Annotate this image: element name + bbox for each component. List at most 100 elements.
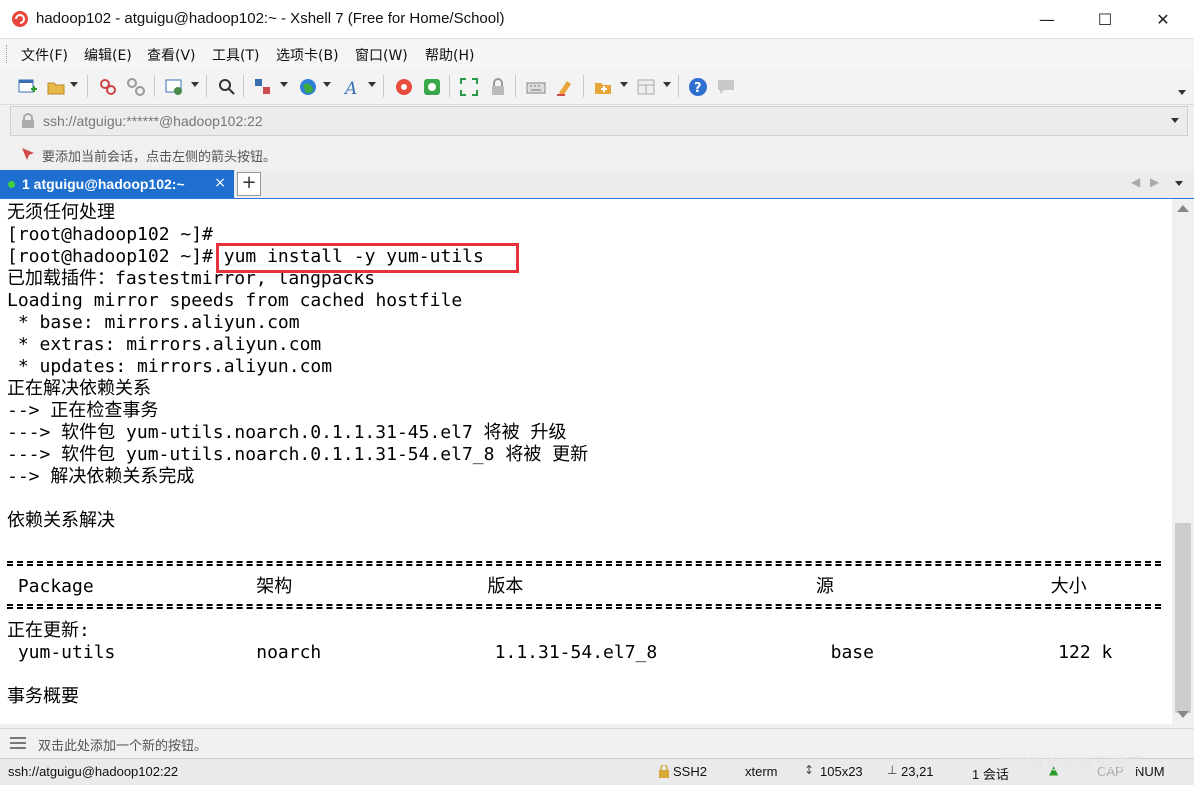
minimize-button[interactable]: —	[1018, 0, 1076, 38]
menu-window[interactable]: 窗口(W)	[355, 45, 408, 65]
tab-session-1[interactable]: 1 atguigu@hadoop102:~ ×	[0, 170, 234, 198]
status-protocol: SSH2	[673, 764, 707, 779]
chat-icon[interactable]	[716, 77, 736, 97]
terminal-line: * base: mirrors.aliyun.com	[7, 312, 300, 333]
connect-icon[interactable]	[98, 77, 118, 97]
tab-scroll-right-icon[interactable]: ▶	[1150, 175, 1159, 189]
terminal-line: * extras: mirrors.aliyun.com	[7, 334, 322, 355]
status-connection: ssh://atguigu@hadoop102:22	[8, 764, 179, 779]
watermark: CSDN @最後 耻缘苦	[1000, 754, 1143, 772]
scroll-down-icon[interactable]	[1177, 711, 1189, 718]
layout-dropdown-icon[interactable]	[663, 82, 671, 87]
transfer-dropdown-icon[interactable]	[280, 82, 288, 87]
keyboard-icon[interactable]	[526, 77, 546, 97]
address-input[interactable]: ssh://atguigu:******@hadoop102:22	[43, 113, 263, 129]
maximize-button[interactable]: ☐	[1076, 0, 1134, 38]
globe-icon[interactable]	[298, 77, 318, 97]
tab-scroll-left-icon[interactable]: ◀	[1131, 175, 1140, 189]
disconnect-icon[interactable]	[126, 77, 146, 97]
menu-lines-icon[interactable]	[9, 736, 27, 750]
toolbar-separator	[583, 75, 584, 97]
toolbar-separator	[383, 75, 384, 97]
terminal-scrollbar[interactable]	[1172, 199, 1194, 724]
highlight-icon[interactable]	[555, 77, 575, 97]
lock-icon	[22, 113, 34, 128]
quick-command-hint: 双击此处添加一个新的按钮。	[38, 739, 208, 754]
svg-text:?: ?	[694, 81, 702, 96]
close-button[interactable]: ✕	[1134, 0, 1192, 38]
window-title: hadoop102 - atguigu@hadoop102:~ - Xshell…	[36, 10, 505, 27]
toolbar-separator	[515, 75, 516, 97]
menu-bar: 文件(F) 编辑(E) 查看(V) 工具(T) 选项卡(B) 窗口(W) 帮助(…	[0, 38, 1194, 69]
toolbar-separator	[154, 75, 155, 97]
font-dropdown-icon[interactable]	[368, 82, 376, 87]
tab-bar: 1 atguigu@hadoop102:~ × + ◀ ▶	[0, 170, 1194, 200]
connected-status-icon	[8, 181, 15, 188]
resize-icon: ↕	[804, 763, 815, 777]
xagent-icon[interactable]	[422, 77, 442, 97]
address-bar[interactable]: ssh://atguigu:******@hadoop102:22	[10, 106, 1188, 136]
open-dropdown-icon[interactable]	[70, 82, 78, 87]
table-separator-rule	[7, 561, 1161, 566]
toolbar: A ?	[0, 68, 1194, 105]
session-hint-text: 要添加当前会话，点击左侧的箭头按钮。	[42, 150, 277, 165]
layout-icon[interactable]	[636, 77, 656, 97]
terminal-line: 无须任何处理	[7, 202, 115, 223]
terminal-output[interactable]: 无须任何处理 [root@hadoop102 ~]# [root@hadoop1…	[0, 199, 1172, 724]
menu-file[interactable]: 文件(F)	[21, 45, 68, 65]
lock-icon[interactable]	[488, 77, 508, 97]
terminal-line: --> 正在检查事务	[7, 400, 159, 421]
svg-text:A: A	[343, 79, 357, 97]
toolbar-separator	[449, 75, 450, 97]
new-tab-button[interactable]: +	[237, 172, 261, 196]
terminal-line: 依赖关系解决	[7, 510, 115, 531]
toolbar-separator	[678, 75, 679, 97]
session-folder-dropdown-icon[interactable]	[620, 82, 628, 87]
session-folder-icon[interactable]	[593, 77, 613, 97]
menu-view[interactable]: 查看(V)	[147, 45, 196, 65]
session-hint-bar: 要添加当前会话，点击左侧的箭头按钮。	[0, 140, 1194, 168]
terminal-line: [root@hadoop102 ~]#	[7, 224, 213, 245]
table-separator-rule	[7, 604, 1161, 609]
menu-grip	[6, 45, 10, 63]
globe-dropdown-icon[interactable]	[323, 82, 331, 87]
add-session-arrow-icon[interactable]	[20, 146, 36, 162]
cursor-position-icon: ⊥	[887, 763, 898, 777]
terminal-line: --> 解决依赖关系完成	[7, 466, 195, 487]
xftp-icon[interactable]	[394, 77, 414, 97]
menu-tabs[interactable]: 选项卡(B)	[276, 45, 339, 65]
toolbar-separator	[243, 75, 244, 97]
menu-edit[interactable]: 编辑(E)	[84, 45, 132, 65]
terminal-line: 正在解决依赖关系	[7, 378, 151, 399]
terminal-line: Package 架构 版本 源 大小	[7, 576, 1087, 597]
xshell-app-icon	[12, 11, 28, 27]
open-folder-icon[interactable]	[46, 77, 66, 97]
address-dropdown-icon[interactable]	[1171, 118, 1179, 123]
help-icon[interactable]: ?	[688, 77, 708, 97]
toolbar-separator	[87, 75, 88, 97]
status-size: 105x23	[820, 764, 863, 779]
scroll-up-icon[interactable]	[1177, 205, 1189, 212]
scrollbar-thumb[interactable]	[1175, 523, 1191, 713]
fullscreen-icon[interactable]	[459, 77, 479, 97]
terminal-line: 事务概要	[7, 686, 79, 707]
terminal-line: ---> 软件包 yum-utils.noarch.0.1.1.31-45.el…	[7, 422, 567, 443]
new-session-icon[interactable]	[17, 77, 37, 97]
terminal-line: Loading mirror speeds from cached hostfi…	[7, 290, 463, 311]
tab-close-icon[interactable]: ×	[214, 175, 226, 191]
properties-icon[interactable]	[164, 77, 184, 97]
toolbar-overflow-icon[interactable]	[1178, 90, 1186, 95]
terminal-line: yum-utils noarch 1.1.31-54.el7_8 base 12…	[7, 642, 1113, 663]
properties-dropdown-icon[interactable]	[191, 82, 199, 87]
title-bar: hadoop102 - atguigu@hadoop102:~ - Xshell…	[0, 0, 1194, 38]
search-icon[interactable]	[217, 77, 237, 97]
transfer-icon[interactable]	[253, 77, 273, 97]
font-icon[interactable]: A	[343, 77, 363, 97]
command-highlight-box	[216, 243, 519, 273]
terminal-line: ---> 软件包 yum-utils.noarch.0.1.1.31-54.el…	[7, 444, 589, 465]
menu-help[interactable]: 帮助(H)	[425, 45, 474, 65]
menu-tools[interactable]: 工具(T)	[212, 45, 259, 65]
tab-list-dropdown-icon[interactable]	[1175, 181, 1183, 186]
terminal-line: 正在更新:	[7, 620, 90, 641]
terminal-line: * updates: mirrors.aliyun.com	[7, 356, 333, 377]
